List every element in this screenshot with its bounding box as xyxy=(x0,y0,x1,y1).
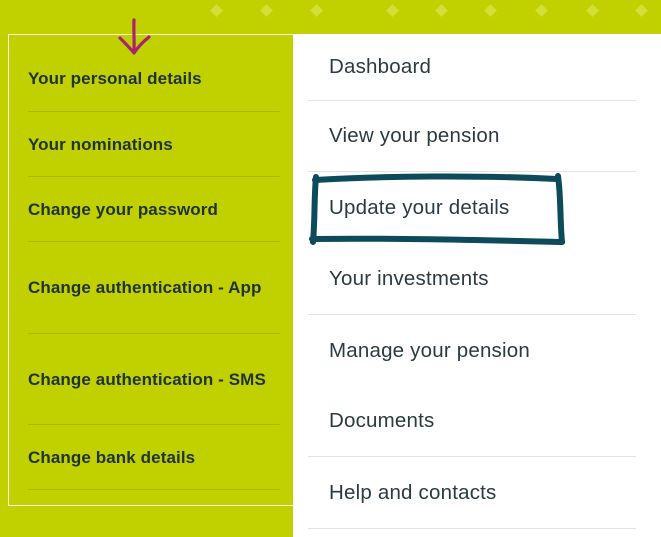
submenu-item-auth-sms[interactable]: Change authentication - SMS xyxy=(28,334,280,425)
nav-item-label: View your pension xyxy=(329,124,500,147)
submenu-item-label: Change bank details xyxy=(28,447,196,467)
pattern-diamond xyxy=(635,4,648,17)
nav-item-investments[interactable]: Your investments xyxy=(308,244,636,315)
details-submenu: Your personal details Your nominations C… xyxy=(0,34,293,537)
submenu-item-change-password[interactable]: Change your password xyxy=(28,177,280,242)
nav-item-help-contacts[interactable]: Help and contacts xyxy=(308,457,636,529)
nav-item-documents[interactable]: Documents xyxy=(308,386,636,457)
submenu-item-label: Your nominations xyxy=(28,134,173,154)
nav-item-label: Dashboard xyxy=(329,55,432,78)
nav-item-view-pension[interactable]: View your pension xyxy=(308,101,636,172)
main-nav-list: Dashboard View your pension Update your … xyxy=(308,34,636,529)
submenu-item-label: Your personal details xyxy=(28,69,202,88)
submenu-item-nominations[interactable]: Your nominations xyxy=(28,112,280,177)
submenu-item-auth-app[interactable]: Change authentication - App xyxy=(28,242,280,334)
pattern-diamond xyxy=(535,4,548,17)
nav-item-label: Help and contacts xyxy=(329,480,497,504)
pattern-diamond xyxy=(484,4,497,17)
submenu-item-bank-details[interactable]: Change bank details xyxy=(28,425,280,490)
pattern-diamond xyxy=(435,4,448,17)
top-pattern-band xyxy=(0,0,661,34)
pattern-diamond xyxy=(386,4,399,17)
highlight-box-annotation xyxy=(309,173,565,245)
down-arrow-icon xyxy=(118,18,151,55)
pattern-diamond xyxy=(210,4,223,17)
nav-item-manage-pension[interactable]: Manage your pension xyxy=(308,315,636,386)
pattern-diamond xyxy=(586,4,599,17)
submenu-item-label: Change your password xyxy=(28,199,218,219)
nav-item-label: Documents xyxy=(329,409,435,432)
main-nav-menu: Dashboard View your pension Update your … xyxy=(293,34,661,537)
submenu-item-label: Change authentication - App xyxy=(28,278,262,297)
nav-item-dashboard[interactable]: Dashboard xyxy=(308,34,636,101)
submenu-item-label: Change authentication - SMS xyxy=(28,369,266,389)
pattern-diamond xyxy=(260,4,273,17)
submenu-list: Your personal details Your nominations C… xyxy=(28,46,280,490)
pattern-diamond xyxy=(310,4,323,17)
nav-item-label: Your investments xyxy=(329,267,489,290)
nav-item-label: Manage your pension xyxy=(329,338,530,362)
